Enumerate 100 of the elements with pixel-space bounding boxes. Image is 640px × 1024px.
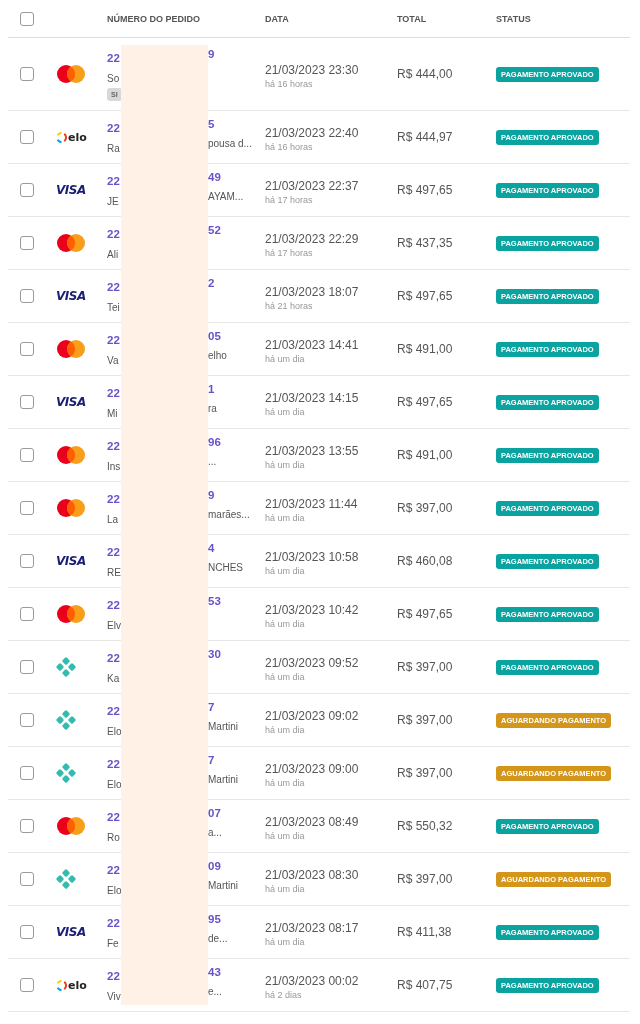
order-number[interactable]: 7 — [208, 701, 215, 719]
row-checkbox[interactable] — [20, 978, 34, 992]
visa-logo: VISA — [56, 183, 86, 197]
order-number[interactable]: 4 — [208, 542, 215, 560]
order-number[interactable]: 22 — [107, 387, 120, 399]
order-number[interactable]: 22 — [107, 493, 120, 505]
customer-name: Elv — [107, 620, 121, 631]
order-number[interactable]: 22 — [107, 599, 120, 611]
order-number[interactable]: 22 — [107, 970, 120, 982]
order-number[interactable]: 43 — [208, 966, 221, 984]
row-checkbox[interactable] — [20, 660, 34, 674]
diamond-logo-icon — [56, 710, 76, 730]
relative-time: há 17 horas — [265, 247, 314, 258]
order-number[interactable]: 1 — [208, 383, 215, 401]
row-checkbox[interactable] — [20, 554, 34, 568]
customer-name: Tei — [107, 302, 120, 313]
relative-time: há um dia — [265, 936, 306, 947]
order-date: 21/03/2023 09:52 — [265, 655, 359, 670]
order-number[interactable]: 22 — [107, 864, 120, 876]
row-checkbox[interactable] — [20, 395, 34, 409]
relative-time: há um dia — [265, 353, 306, 364]
row-checkbox[interactable] — [20, 183, 34, 197]
order-date: 21/03/2023 08:17 — [265, 920, 359, 935]
relative-time: há 17 horas — [265, 194, 314, 205]
order-number[interactable]: 49 — [208, 171, 221, 189]
order-number[interactable]: 22 — [107, 811, 120, 823]
row-checkbox[interactable] — [20, 925, 34, 939]
elo-logo: elo — [56, 130, 87, 144]
row-checkbox[interactable] — [20, 872, 34, 886]
row-checkbox[interactable] — [20, 766, 34, 780]
order-number[interactable]: 30 — [208, 648, 221, 666]
relative-time: há um dia — [265, 512, 306, 523]
row-checkbox[interactable] — [20, 130, 34, 144]
order-number[interactable]: 22 — [107, 281, 120, 293]
row-checkbox[interactable] — [20, 501, 34, 515]
customer-name: La — [107, 514, 119, 525]
order-number[interactable]: 22 — [107, 334, 120, 346]
order-number[interactable]: 96 — [208, 436, 221, 454]
order-number[interactable]: 7 — [208, 754, 215, 772]
row-checkbox[interactable] — [20, 289, 34, 303]
order-total: R$ 444,97 — [397, 130, 454, 144]
order-number[interactable]: 22 — [107, 758, 120, 770]
order-date: 21/03/2023 14:41 — [265, 337, 359, 352]
diamond-logo-icon — [56, 657, 76, 677]
order-number[interactable]: 22 — [107, 652, 120, 664]
order-number[interactable]: 9 — [208, 489, 215, 507]
order-number[interactable]: 22 — [107, 917, 120, 929]
card-logo-icon — [56, 339, 86, 359]
order-number[interactable]: 07 — [208, 807, 221, 825]
select-all-checkbox[interactable] — [20, 11, 34, 26]
order-number[interactable]: 5 — [208, 118, 215, 136]
relative-time: há um dia — [265, 565, 306, 576]
customer-name: e... — [208, 986, 222, 999]
customer-name: Elo — [107, 885, 122, 896]
order-number[interactable]: 22 — [107, 546, 120, 558]
relative-time: há um dia — [265, 618, 306, 629]
order-total: R$ 397,00 — [397, 660, 454, 674]
order-number[interactable]: 22 — [107, 705, 120, 717]
order-number[interactable]: 22 — [107, 122, 120, 134]
customer-name: Ali — [107, 249, 119, 260]
customer-name: Ra — [107, 143, 120, 154]
customer-name: RE — [107, 567, 121, 578]
order-date: 21/03/2023 08:49 — [265, 814, 359, 829]
order-total: R$ 550,32 — [397, 819, 454, 833]
row-checkbox[interactable] — [20, 819, 34, 833]
column-header: NÚMERO DO PEDIDO — [107, 13, 201, 24]
order-number[interactable]: 05 — [208, 330, 221, 348]
visa-logo: VISA — [56, 395, 86, 409]
order-total: R$ 437,35 — [397, 236, 454, 250]
row-checkbox[interactable] — [20, 713, 34, 727]
order-total: R$ 491,00 — [397, 342, 454, 356]
order-number[interactable]: 22 — [107, 175, 120, 187]
customer-name: a... — [208, 827, 222, 840]
order-number[interactable]: 53 — [208, 595, 221, 613]
order-total: R$ 497,65 — [397, 289, 454, 303]
customer-name: So — [107, 72, 120, 84]
relative-time: há 16 horas — [265, 141, 314, 152]
visa-logo: VISA — [56, 554, 86, 568]
row-checkbox[interactable] — [20, 607, 34, 621]
row-checkbox[interactable] — [20, 342, 34, 356]
order-total: R$ 497,65 — [397, 395, 454, 409]
order-date: 21/03/2023 09:02 — [265, 708, 359, 723]
row-checkbox[interactable] — [20, 67, 34, 81]
order-number[interactable]: 22 — [107, 228, 120, 240]
visa-logo: VISA — [56, 925, 86, 939]
elo-logo: elo — [56, 978, 87, 992]
row-checkbox[interactable] — [20, 236, 34, 250]
order-number[interactable]: 09 — [208, 860, 221, 878]
order-number[interactable]: 9 — [208, 47, 215, 66]
card-logo-icon — [56, 816, 86, 836]
order-number[interactable]: 2 — [208, 277, 215, 295]
relative-time: há um dia — [265, 777, 306, 788]
visa-logo: VISA — [56, 289, 86, 303]
customer-name: Elo — [107, 726, 122, 737]
order-number[interactable]: 52 — [208, 224, 221, 242]
column-header: DATA — [265, 13, 290, 24]
order-number[interactable]: 22 — [107, 51, 120, 64]
order-number[interactable]: 22 — [107, 440, 120, 452]
row-checkbox[interactable] — [20, 448, 34, 462]
order-number[interactable]: 95 — [208, 913, 221, 931]
